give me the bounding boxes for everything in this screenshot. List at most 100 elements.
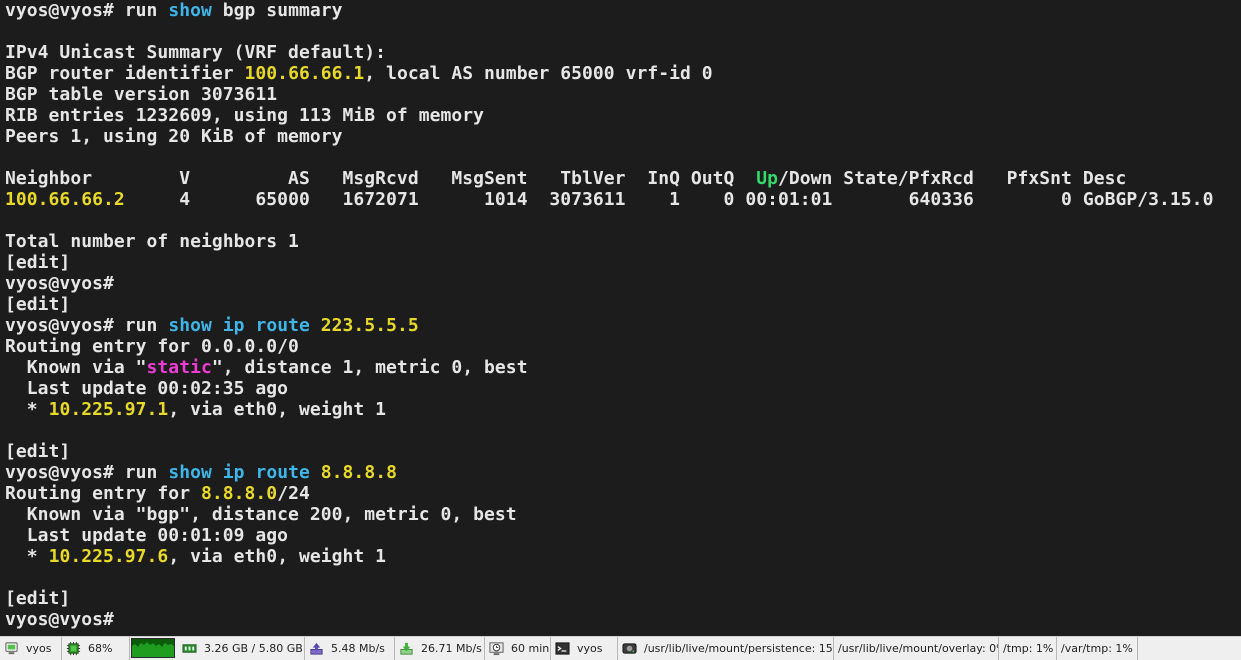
terminal-line: vyos@vyos# [5, 273, 114, 294]
status-host[interactable]: vyos [0, 637, 62, 660]
status-cpu[interactable]: 68% [62, 637, 130, 660]
terminal-text-segment: IPv4 Unicast Summary (VRF default): [5, 42, 387, 63]
terminal-text-segment: vyos@vyos# run [5, 462, 169, 483]
terminal-text-segment: 100.66.66.2 [5, 189, 125, 210]
status-disk-persistence-label: /usr/lib/live/mount/persistence: 15% [644, 642, 834, 655]
terminal-line: Last update 00:02:35 ago [5, 378, 288, 399]
terminal-text-segment: route [255, 315, 310, 336]
terminal-text-segment: 10.225.97.6 [48, 546, 169, 567]
status-download[interactable]: 26.71 Mb/s [395, 637, 485, 660]
terminal-text-segment: Last update 00:02:35 ago [5, 378, 289, 399]
terminal-line: Total number of neighbors 1 [5, 231, 299, 252]
terminal-text-segment: Total number of neighbors 1 [5, 231, 299, 252]
status-disk-vartmp-label: /var/tmp: 1% [1061, 642, 1133, 655]
terminal-text-segment: [edit] [5, 588, 71, 609]
terminal-line: [edit] [5, 252, 70, 273]
terminal-text-segment: Peers 1, using 20 KiB of memory [5, 126, 343, 147]
terminal-line: Peers 1, using 20 KiB of memory [5, 126, 343, 147]
status-upload[interactable]: 5.48 Mb/s [305, 637, 395, 660]
terminal-line: Known via "bgp", distance 200, metric 0,… [5, 504, 517, 525]
status-disk-persistence[interactable]: /usr/lib/live/mount/persistence: 15% [618, 637, 834, 660]
terminal-text-segment: [edit] [5, 294, 71, 315]
terminal-text-segment: vyos@vyos# run [5, 315, 169, 336]
status-disk-tmp-label: /tmp: 1% [1003, 642, 1054, 655]
terminal-text-segment: Neighbor V AS MsgRcvd MsgSent TblVer InQ… [5, 168, 757, 189]
terminal-line: Neighbor V AS MsgRcvd MsgSent TblVer InQ… [5, 168, 1126, 189]
terminal-text-segment: , local AS number 65000 vrf-id 0 [364, 63, 713, 84]
server-icon [5, 642, 18, 655]
terminal-text-segment: Known via " [5, 357, 147, 378]
terminal-text-segment: bgp summary [211, 0, 343, 21]
terminal-line: [edit] [5, 441, 70, 462]
terminal-text-segment: /Down State/PfxRcd PfxSnt Desc [777, 168, 1127, 189]
terminal-text-segment: 4 65000 1672071 1014 3073611 1 0 00:01:0… [124, 189, 1214, 210]
terminal-text-segment: ", distance 1, metric 0, best [211, 357, 528, 378]
terminal-text-segment: , via eth0, weight 1 [168, 546, 387, 567]
terminal-text-segment: vyos@vyos# [5, 273, 114, 294]
terminal-text-segment: vyos@vyos# [5, 609, 114, 630]
terminal-text-segment: /24 [277, 483, 310, 504]
hard-disk-icon [622, 643, 637, 654]
status-disk-vartmp[interactable]: /var/tmp: 1% [1057, 637, 1138, 660]
terminal-text-segment: [edit] [5, 441, 71, 462]
terminal-text-segment: 10.225.97.1 [48, 399, 169, 420]
status-memory[interactable]: 3.26 GB / 5.80 GB [178, 637, 305, 660]
terminal-text-segment: Known via "bgp", distance 200, metric 0,… [5, 504, 517, 525]
terminal-line: BGP router identifier 100.66.66.1, local… [5, 63, 713, 84]
terminal-line: vyos@vyos# run show ip route 223.5.5.5 [5, 315, 419, 336]
terminal-text-segment: 8.8.8.0 [200, 483, 278, 504]
terminal-text-segment: static [146, 357, 212, 378]
terminal-text-segment: show [168, 0, 212, 21]
status-user-label: vyos [577, 642, 603, 655]
terminal-text-segment: 223.5.5.5 [320, 315, 419, 336]
status-uptime-label: 60 min [511, 642, 550, 655]
terminal-line: [edit] [5, 294, 70, 315]
terminal-line: vyos@vyos# [5, 609, 114, 630]
status-download-label: 26.71 Mb/s [421, 642, 482, 655]
terminal-text-segment: Up [756, 168, 778, 189]
terminal-line: * 10.225.97.1, via eth0, weight 1 [5, 399, 386, 420]
terminal-text-segment: ip [222, 315, 245, 336]
terminal-text-segment: show [168, 462, 212, 483]
status-disk-overlay[interactable]: /usr/lib/live/mount/overlay: 0% [834, 637, 999, 660]
cpu-usage-sparkline [132, 642, 174, 657]
terminal-text-segment: Routing entry for 0.0.0.0/0 [5, 336, 299, 357]
terminal-text-segment: * [5, 546, 49, 567]
cpu-chip-icon [66, 641, 81, 656]
status-cpu-label: 68% [88, 642, 113, 655]
terminal-output[interactable]: vyos@vyos# run show bgp summary IPv4 Unic… [0, 0, 1241, 636]
terminal-line: Routing entry for 0.0.0.0/0 [5, 336, 299, 357]
status-disk-tmp[interactable]: /tmp: 1% [999, 637, 1057, 660]
terminal-text-segment: route [255, 462, 310, 483]
terminal-text-segment: show [168, 315, 212, 336]
terminal-text-segment: vyos@vyos# run [5, 0, 169, 21]
terminal-text-segment: 100.66.66.1 [244, 63, 365, 84]
terminal-text-segment: Routing entry for [5, 483, 201, 504]
clock-monitor-icon [489, 642, 504, 656]
terminal-line: Last update 00:01:09 ago [5, 525, 288, 546]
status-bar: vyos 68% 3.26 GB / 5.80 GB 5.48 Mb/s 26.… [0, 636, 1241, 660]
terminal-line: 100.66.66.2 4 65000 1672071 1014 3073611… [5, 189, 1213, 210]
download-arrow-icon [400, 642, 413, 655]
terminal-line: Known via "static", distance 1, metric 0… [5, 357, 528, 378]
terminal-line: IPv4 Unicast Summary (VRF default): [5, 42, 386, 63]
terminal-text-segment: BGP table version 3073611 [5, 84, 278, 105]
terminal-line: [edit] [5, 588, 70, 609]
status-disk-overlay-label: /usr/lib/live/mount/overlay: 0% [838, 642, 999, 655]
status-user[interactable]: vyos [551, 637, 618, 660]
ssh-client-window: vyos@vyos# run show bgp summary IPv4 Unic… [0, 0, 1241, 660]
terminal-user-icon [555, 642, 570, 655]
status-memory-label: 3.26 GB / 5.80 GB [204, 642, 303, 655]
terminal-text-segment: * [5, 399, 49, 420]
upload-arrow-icon [310, 642, 323, 655]
memory-module-icon [182, 644, 197, 653]
status-uptime[interactable]: 60 min [485, 637, 551, 660]
terminal-line: * 10.225.97.6, via eth0, weight 1 [5, 546, 386, 567]
terminal-text-segment: Last update 00:01:09 ago [5, 525, 289, 546]
terminal-text-segment: , via eth0, weight 1 [168, 399, 387, 420]
terminal-line: RIB entries 1232609, using 113 MiB of me… [5, 105, 484, 126]
